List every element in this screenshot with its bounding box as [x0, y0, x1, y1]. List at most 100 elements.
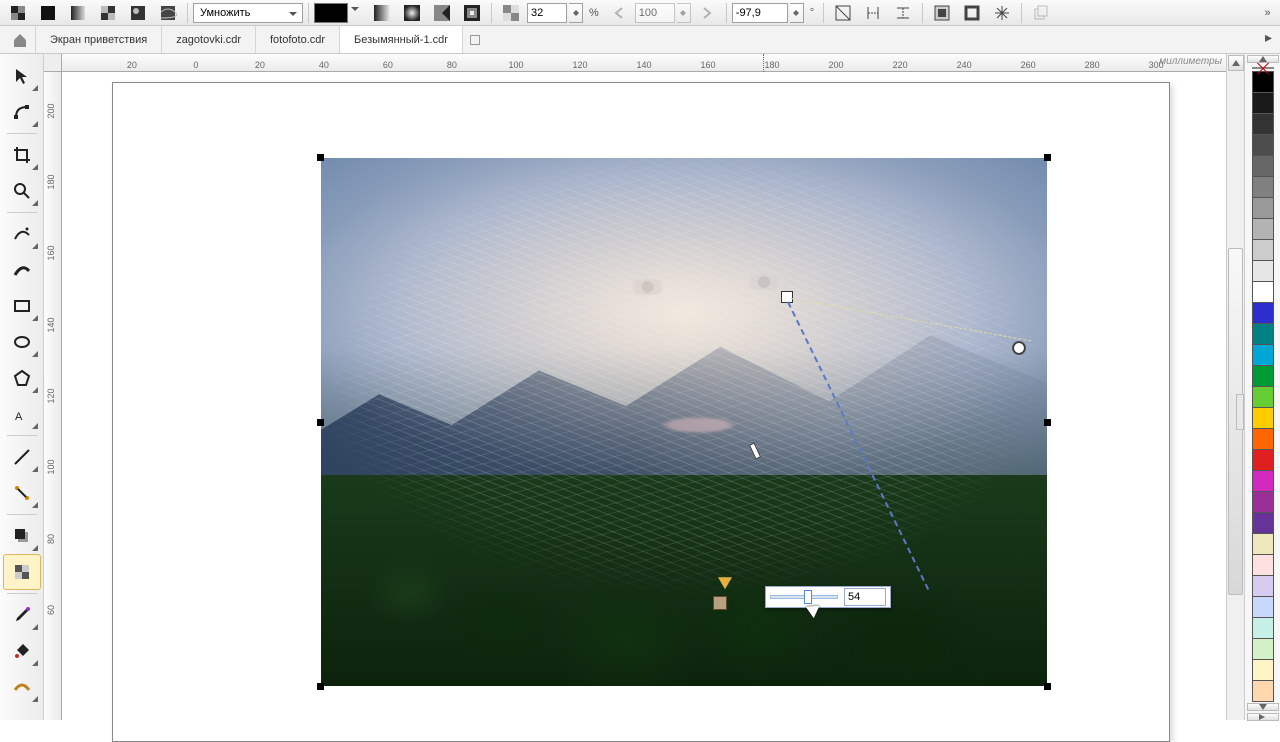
drop-shadow-tool[interactable]: [3, 518, 41, 554]
color-swatch[interactable]: [1252, 281, 1274, 303]
transparency-linear-icon[interactable]: [64, 2, 92, 24]
color-swatch[interactable]: [1252, 176, 1274, 198]
transparency-texture-icon[interactable]: [154, 2, 182, 24]
selection-handle[interactable]: [317, 683, 324, 690]
ellipse-tool[interactable]: [3, 324, 41, 360]
overflow-button[interactable]: »: [1258, 2, 1276, 24]
transparency-none-icon[interactable]: [4, 2, 32, 24]
gradtype-linear-icon[interactable]: [368, 2, 396, 24]
palette-scroll-up[interactable]: [1247, 55, 1279, 63]
scroll-up-button[interactable]: [1228, 55, 1244, 71]
ruler-vertical[interactable]: 2001801601401201008060: [44, 72, 62, 720]
docker-handle[interactable]: [1236, 394, 1244, 430]
node-transparency-icon[interactable]: [497, 2, 525, 24]
artistic-media-tool[interactable]: [3, 252, 41, 288]
color-swatch[interactable]: [1252, 260, 1274, 282]
color-swatch[interactable]: [1252, 617, 1274, 639]
color-swatch[interactable]: [1252, 344, 1274, 366]
color-swatch[interactable]: [1252, 470, 1274, 492]
color-swatch[interactable]: [1252, 218, 1274, 240]
pick-tool[interactable]: [3, 58, 41, 94]
selection-handle[interactable]: [317, 419, 324, 426]
slider-track[interactable]: [770, 595, 838, 599]
fill-tool[interactable]: [3, 633, 41, 669]
color-swatch[interactable]: [1252, 71, 1274, 93]
transparency-slider-arrow[interactable]: [718, 577, 732, 596]
rectangle-tool[interactable]: [3, 288, 41, 324]
free-scale-icon[interactable]: [829, 2, 857, 24]
mirror-h-icon[interactable]: [859, 2, 887, 24]
tab-overflow-icon[interactable]: ▸: [1262, 26, 1280, 48]
color-swatch[interactable]: [1252, 554, 1274, 576]
color-swatch[interactable]: [1252, 113, 1274, 135]
color-swatch[interactable]: [1252, 512, 1274, 534]
selection-handle[interactable]: [1044, 419, 1051, 426]
polygon-tool[interactable]: [3, 360, 41, 396]
eyedropper-tool[interactable]: [3, 597, 41, 633]
new-tab-button[interactable]: [463, 26, 487, 53]
transparency-color-node[interactable]: [713, 596, 727, 610]
transparency-uniform-icon[interactable]: [34, 2, 62, 24]
zoom-tool[interactable]: [3, 173, 41, 209]
color-swatch[interactable]: [1252, 596, 1274, 618]
transparency-tool[interactable]: [3, 554, 41, 590]
transparency-end-node[interactable]: [1013, 342, 1025, 354]
color-swatch[interactable]: [1252, 638, 1274, 660]
palette-scroll-down[interactable]: [1247, 703, 1279, 711]
vertical-scrollbar[interactable]: [1226, 54, 1244, 720]
crop-tool[interactable]: [3, 137, 41, 173]
color-swatch[interactable]: [1252, 323, 1274, 345]
doc-tab-2[interactable]: Безымянный-1.cdr: [340, 26, 463, 53]
color-swatch[interactable]: [1252, 428, 1274, 450]
ruler-origin[interactable]: [44, 54, 62, 72]
transparency-bitmap-icon[interactable]: [124, 2, 152, 24]
dimension-tool[interactable]: [3, 439, 41, 475]
color-swatch[interactable]: [1252, 680, 1274, 702]
shape-tool[interactable]: [3, 94, 41, 130]
outline-tool[interactable]: [3, 669, 41, 705]
doc-tab-1[interactable]: fotofoto.cdr: [256, 26, 340, 53]
drawing-canvas[interactable]: 54: [62, 72, 1226, 720]
gradtype-conical-icon[interactable]: [428, 2, 456, 24]
apply-to-outline-icon[interactable]: [958, 2, 986, 24]
selected-bitmap[interactable]: 54: [321, 158, 1047, 686]
gradtype-radial-icon[interactable]: [398, 2, 426, 24]
welcome-tab[interactable]: Экран приветствия: [36, 26, 162, 53]
apply-to-fill-icon[interactable]: [928, 2, 956, 24]
home-tab[interactable]: [4, 26, 36, 53]
rotation-input[interactable]: -97,9: [732, 3, 788, 23]
transparency-pattern-icon[interactable]: [94, 2, 122, 24]
gradtype-square-icon[interactable]: [458, 2, 486, 24]
blend-mode-select[interactable]: Умножить: [193, 3, 303, 23]
freeze-icon[interactable]: [988, 2, 1016, 24]
color-swatch[interactable]: [1252, 575, 1274, 597]
doc-tab-0[interactable]: zagotovki.cdr: [162, 26, 256, 53]
color-swatch[interactable]: [1252, 491, 1274, 513]
selection-handle[interactable]: [1044, 154, 1051, 161]
selection-handle[interactable]: [317, 154, 324, 161]
color-swatch[interactable]: [1252, 407, 1274, 429]
color-swatch[interactable]: [1252, 449, 1274, 471]
transparency-color-picker[interactable]: [314, 3, 348, 23]
slider-value-input[interactable]: 54: [844, 588, 886, 606]
color-swatch[interactable]: [1252, 659, 1274, 681]
color-swatch[interactable]: [1252, 386, 1274, 408]
color-swatch[interactable]: [1252, 239, 1274, 261]
opacity-spinner[interactable]: [569, 3, 583, 23]
color-swatch[interactable]: [1252, 134, 1274, 156]
scroll-track[interactable]: [1228, 72, 1243, 702]
ruler-horizontal[interactable]: миллиметры 20020406080100120140160180200…: [62, 54, 1226, 72]
color-swatch[interactable]: [1252, 302, 1274, 324]
freehand-tool[interactable]: [3, 216, 41, 252]
no-color-swatch[interactable]: [1252, 67, 1274, 69]
mirror-v-icon[interactable]: [889, 2, 917, 24]
text-tool[interactable]: A: [3, 396, 41, 432]
selection-handle[interactable]: [1044, 683, 1051, 690]
color-swatch[interactable]: [1252, 155, 1274, 177]
color-swatch[interactable]: [1252, 365, 1274, 387]
color-swatch[interactable]: [1252, 92, 1274, 114]
color-swatch[interactable]: [1252, 197, 1274, 219]
node-opacity-input[interactable]: 32: [527, 3, 567, 23]
rotation-spinner[interactable]: [790, 3, 804, 23]
connector-tool[interactable]: [3, 475, 41, 511]
